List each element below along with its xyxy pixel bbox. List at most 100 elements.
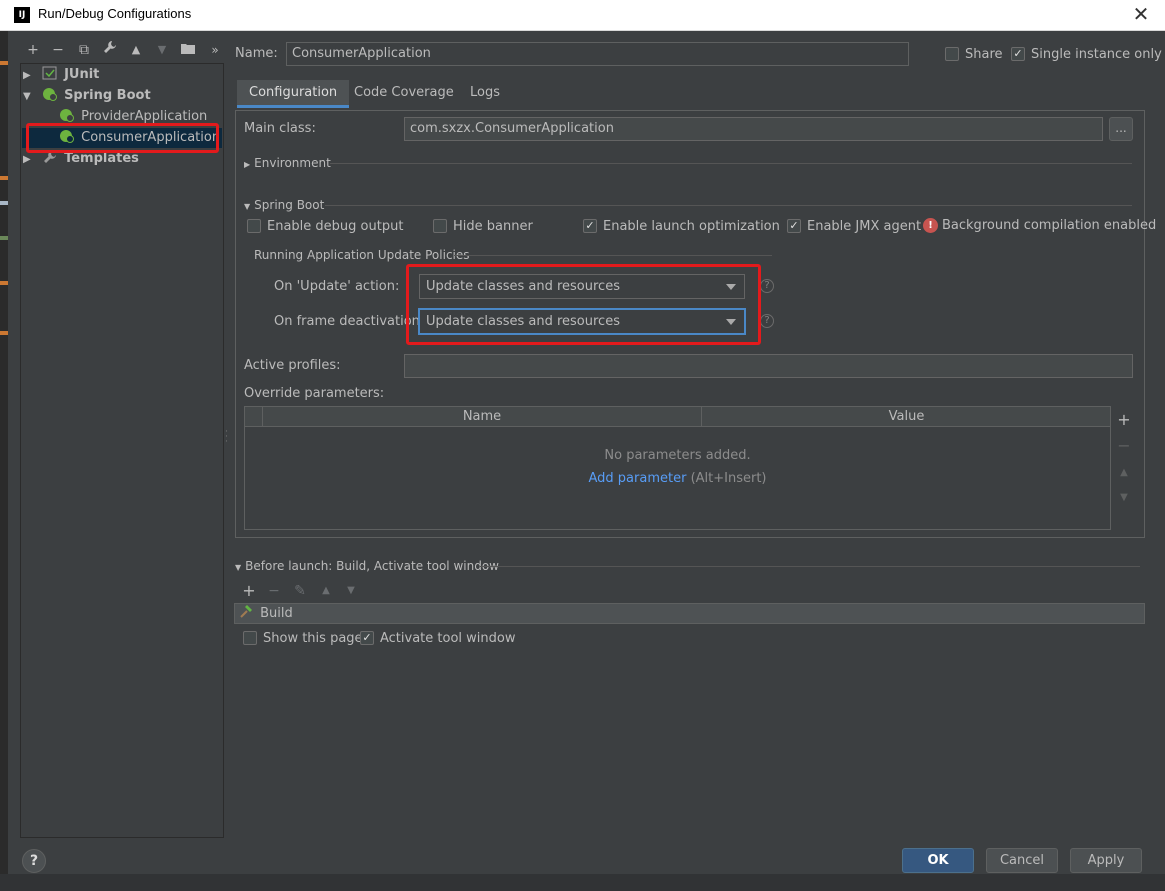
on-frame-deactivation-label: On frame deactivation: <box>274 314 425 329</box>
hide-banner-checkbox[interactable] <box>433 219 447 233</box>
tree-item-label: JUnit <box>64 67 100 82</box>
expanded-arrow-icon: ▼ <box>244 202 251 211</box>
separator <box>325 205 1132 206</box>
move-down-icon[interactable]: ▼ <box>1115 488 1133 508</box>
tree-item-provider-application[interactable]: ProviderApplication <box>59 107 221 127</box>
junit-icon <box>42 66 57 80</box>
ok-button[interactable]: OK <box>902 848 974 873</box>
move-up-icon[interactable]: ▲ <box>317 581 335 601</box>
collapsed-arrow-icon[interactable]: ▶ <box>23 66 37 86</box>
add-parameter-shortcut: (Alt+Insert) <box>690 471 767 486</box>
build-label: Build <box>260 606 293 621</box>
enable-launch-optimization-checkbox[interactable]: ✓ <box>583 219 597 233</box>
apply-button[interactable]: Apply <box>1070 848 1142 873</box>
column-header-value[interactable]: Value <box>703 407 1110 427</box>
move-up-icon[interactable]: ▲ <box>127 40 145 60</box>
config-tree: ▶ JUnit ▼ Spring Boot ProviderApplicatio… <box>20 63 224 838</box>
folder-icon[interactable] <box>179 40 197 60</box>
intellij-icon: IJ <box>14 7 30 23</box>
before-launch-section[interactable]: ▼ Before launch: Build, Activate tool win… <box>235 559 499 573</box>
tab-configuration[interactable]: Configuration <box>237 80 350 108</box>
more-icon[interactable]: » <box>206 40 224 60</box>
enable-jmx-agent-checkbox[interactable]: ✓ <box>787 219 801 233</box>
active-profiles-field[interactable] <box>404 354 1133 378</box>
add-parameter-row: Add parameter (Alt+Insert) <box>245 471 1110 486</box>
tree-item-label: Templates <box>64 151 139 166</box>
collapsed-arrow-icon: ▶ <box>244 160 251 169</box>
hide-banner-label: Hide banner <box>453 219 533 234</box>
collapsed-arrow-icon[interactable]: ▶ <box>23 150 37 170</box>
error-icon: ! <box>923 218 938 233</box>
separator <box>454 255 772 256</box>
chevron-down-icon <box>726 284 736 290</box>
separator <box>480 566 1140 567</box>
environment-label: Environment <box>254 156 331 170</box>
activate-tool-window-label: Activate tool window <box>380 631 516 646</box>
background-status-strip <box>0 874 1165 891</box>
add-icon[interactable]: + <box>240 581 258 601</box>
splitter-handle[interactable]: · · · <box>225 428 229 447</box>
add-parameter-link[interactable]: Add parameter <box>588 471 686 486</box>
remove-parameter-icon[interactable]: − <box>1115 436 1133 456</box>
tree-item-label: Spring Boot <box>64 88 151 103</box>
tree-item-junit[interactable]: ▶ JUnit <box>23 65 221 85</box>
help-button[interactable]: ? <box>22 849 46 873</box>
on-update-dropdown[interactable]: Update classes and resources <box>419 274 745 299</box>
move-down-icon[interactable]: ▼ <box>342 581 360 601</box>
edit-icon[interactable]: ✎ <box>291 581 309 601</box>
expanded-arrow-icon: ▼ <box>235 563 242 572</box>
name-label: Name: <box>235 46 278 61</box>
enable-debug-output-checkbox[interactable] <box>247 219 261 233</box>
add-parameter-icon[interactable]: + <box>1115 410 1133 430</box>
on-update-value: Update classes and resources <box>426 279 620 294</box>
before-launch-toolbar: + − ✎ ▲ ▼ <box>240 581 370 601</box>
wrench-icon[interactable] <box>101 40 119 60</box>
on-frame-deactivation-value: Update classes and resources <box>426 314 620 329</box>
remove-icon[interactable]: − <box>49 40 67 60</box>
hammer-icon <box>240 605 252 618</box>
window-title: Run/Debug Configurations <box>38 6 192 21</box>
help-icon[interactable]: ? <box>760 314 774 328</box>
tree-item-consumer-application[interactable]: ConsumerApplication <box>22 128 222 148</box>
move-down-icon[interactable]: ▼ <box>153 40 171 60</box>
main-class-field[interactable]: com.sxzx.ConsumerApplication <box>404 117 1103 141</box>
on-update-label: On 'Update' action: <box>274 279 400 294</box>
cancel-button[interactable]: Cancel <box>986 848 1058 873</box>
browse-main-class-button[interactable]: ... <box>1109 117 1133 141</box>
remove-icon[interactable]: − <box>265 581 283 601</box>
bg-compilation-label: Background compilation enabled <box>942 218 1157 233</box>
main-class-label: Main class: <box>244 121 316 136</box>
tree-item-templates[interactable]: ▶ Templates <box>23 149 221 169</box>
active-profiles-label: Active profiles: <box>244 358 341 373</box>
close-icon[interactable]: ✕ <box>1127 2 1155 28</box>
column-header-name[interactable]: Name <box>263 407 702 427</box>
environment-section[interactable]: ▶ Environment <box>244 156 331 170</box>
spring-boot-section[interactable]: ▼ Spring Boot <box>244 198 324 212</box>
activate-tool-window-checkbox[interactable]: ✓ <box>360 631 374 645</box>
spring-boot-icon <box>60 130 74 143</box>
show-this-page-checkbox[interactable] <box>243 631 257 645</box>
name-field[interactable]: ConsumerApplication <box>286 42 909 66</box>
update-policies-title: Running Application Update Policies <box>254 248 470 262</box>
add-icon[interactable]: + <box>24 40 42 60</box>
on-frame-deactivation-dropdown[interactable]: Update classes and resources <box>418 308 746 335</box>
single-instance-checkbox[interactable]: ✓ <box>1011 47 1025 61</box>
config-tree-toolbar: + − ⧉ ▲ ▼ » <box>20 40 224 62</box>
show-this-page-label: Show this page <box>263 631 363 646</box>
spring-boot-section-label: Spring Boot <box>254 198 325 212</box>
move-up-icon[interactable]: ▲ <box>1115 463 1133 483</box>
tab-logs[interactable]: Logs <box>458 80 512 108</box>
before-launch-label: Before launch: Build, Activate tool wind… <box>245 559 499 573</box>
tab-code-coverage[interactable]: Code Coverage <box>342 80 466 108</box>
enable-debug-output-label: Enable debug output <box>267 219 404 234</box>
single-instance-label: Single instance only <box>1031 47 1162 62</box>
before-launch-list-item[interactable]: Build <box>234 603 1145 624</box>
share-checkbox[interactable] <box>945 47 959 61</box>
copy-icon[interactable]: ⧉ <box>75 40 93 60</box>
expanded-arrow-icon[interactable]: ▼ <box>23 87 37 107</box>
spring-boot-icon <box>42 88 57 101</box>
enable-jmx-agent-label: Enable JMX agent <box>807 219 922 234</box>
help-icon[interactable]: ? <box>760 279 774 293</box>
tree-item-label: ConsumerApplication <box>81 130 221 145</box>
tree-item-spring-boot[interactable]: ▼ Spring Boot <box>23 86 221 106</box>
